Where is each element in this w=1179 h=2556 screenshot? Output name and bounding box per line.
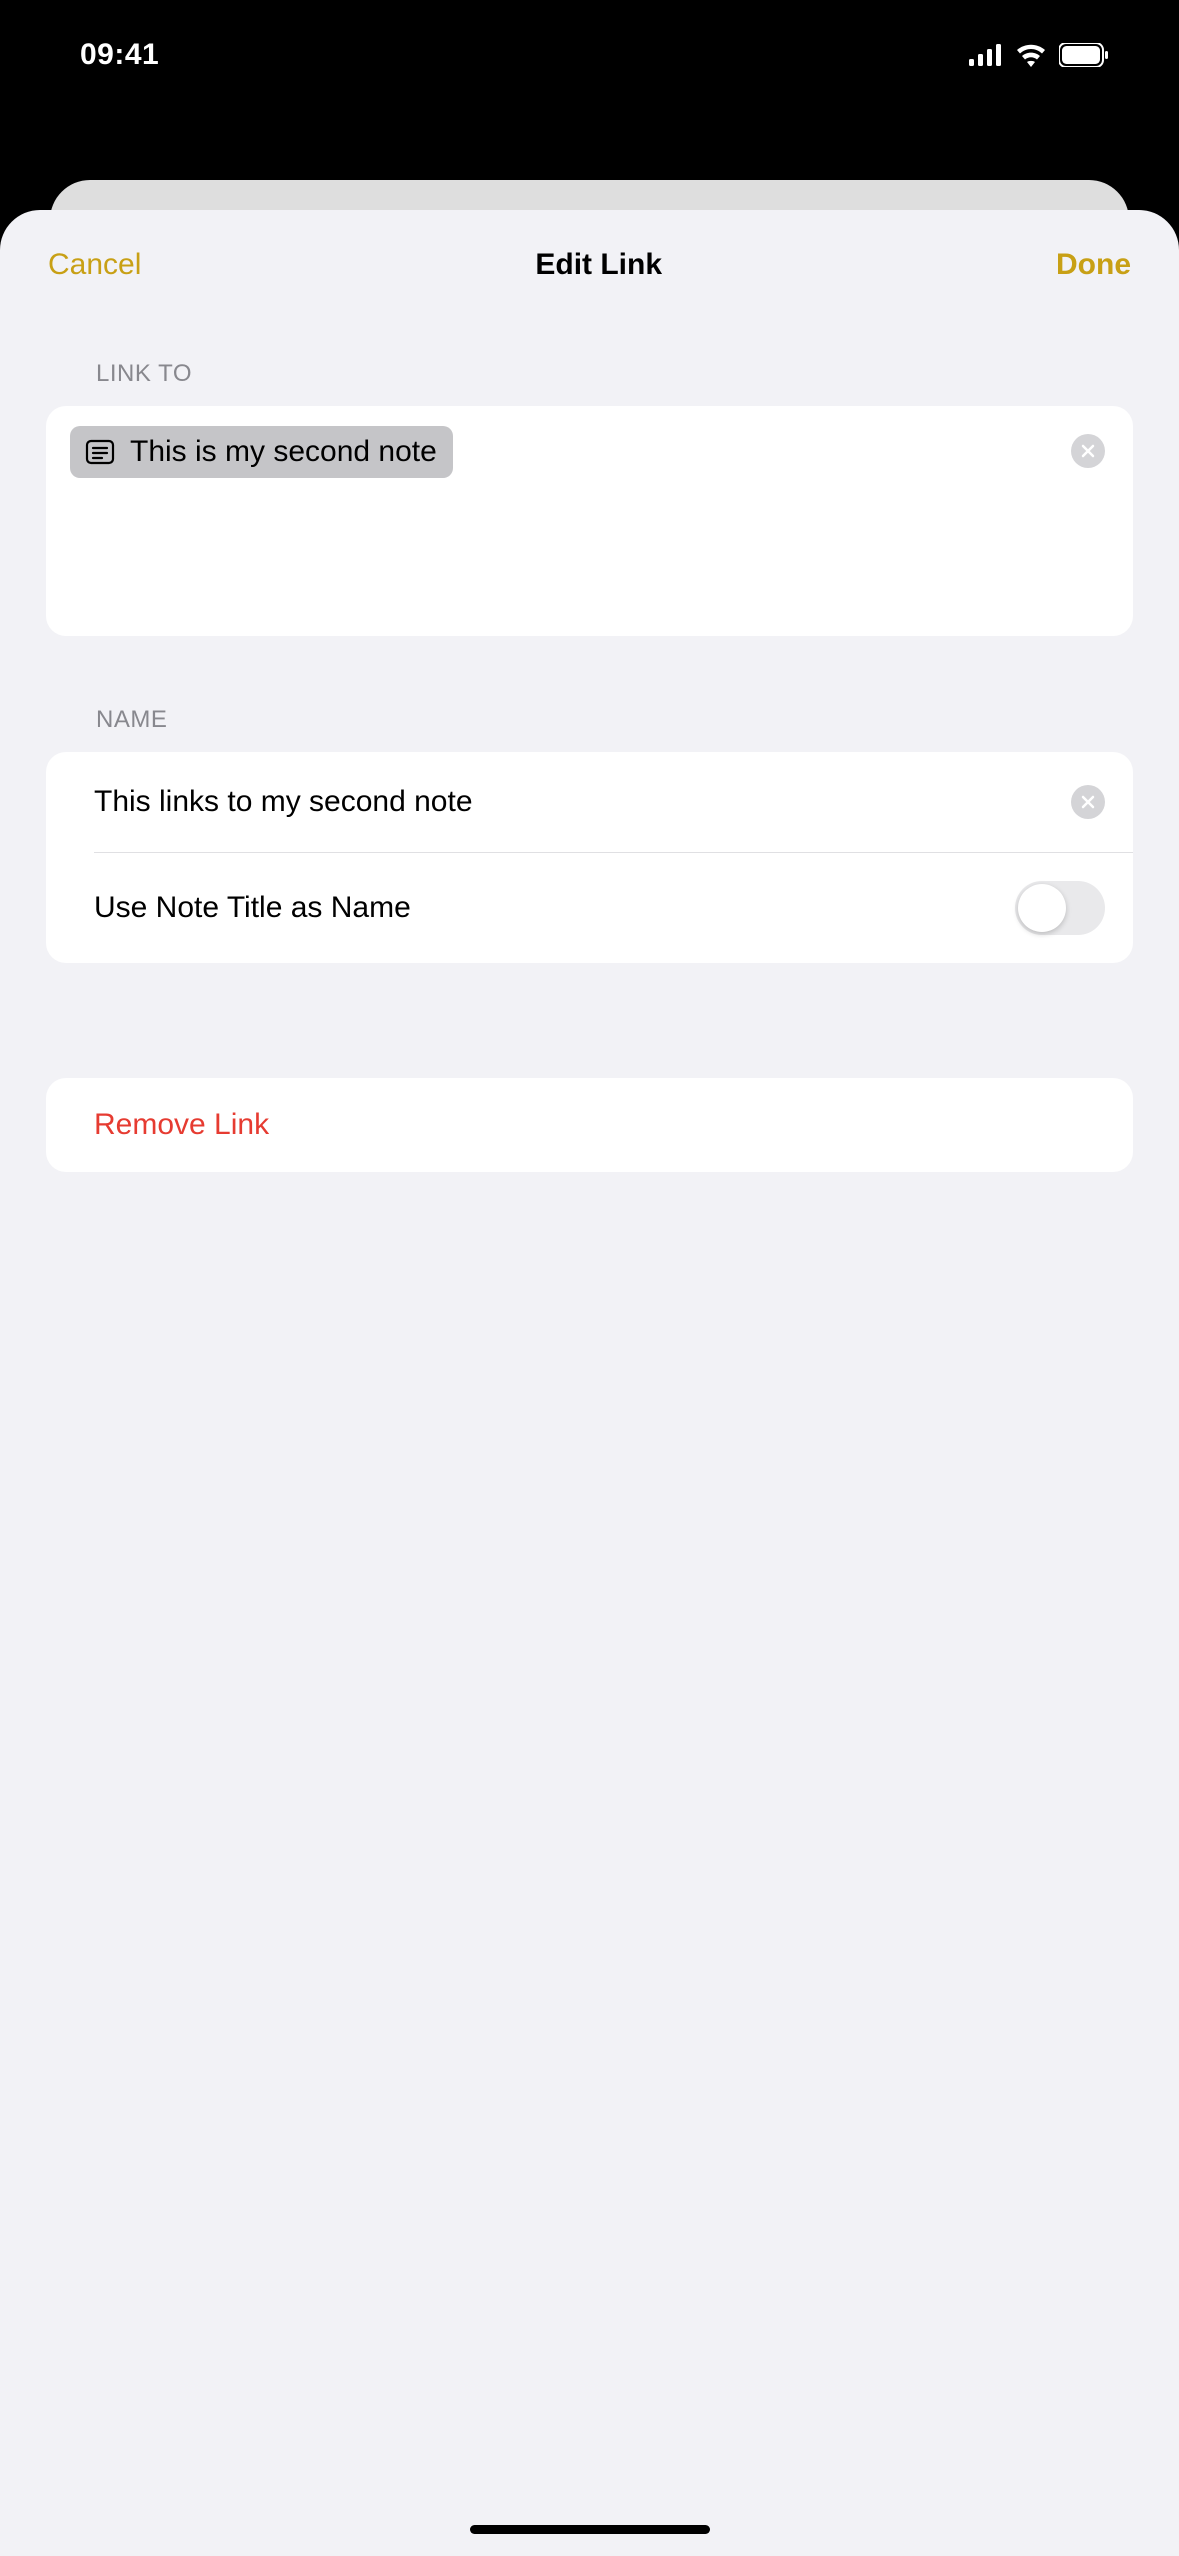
battery-icon [1059,43,1109,67]
clear-link-to-button[interactable] [1071,434,1105,468]
clear-name-button[interactable] [1071,785,1105,819]
status-time: 09:41 [80,38,159,72]
sheet-header: Cancel Edit Link Done [0,210,1179,312]
x-icon [1080,443,1096,459]
use-title-toggle-row: Use Note Title as Name [46,853,1133,963]
note-icon [82,434,118,470]
remove-link-button[interactable]: Remove Link [46,1078,1133,1172]
modal-sheet: Cancel Edit Link Done LINK TO This is my… [0,210,1179,2556]
link-to-card[interactable]: This is my second note [46,406,1133,636]
status-bar: 09:41 [0,0,1179,110]
name-section-header: NAME [0,706,1179,734]
cellular-signal-icon [969,44,1003,66]
remove-link-card: Remove Link [46,1078,1133,1172]
linked-note-chip[interactable]: This is my second note [70,426,453,478]
link-to-section-header: LINK TO [0,360,1179,388]
status-icons [969,43,1109,67]
link-name-input[interactable] [94,785,1059,819]
name-card: Use Note Title as Name [46,752,1133,963]
wifi-icon [1015,43,1047,67]
use-title-toggle[interactable] [1015,881,1105,935]
linked-note-title: This is my second note [130,435,437,469]
x-icon [1080,794,1096,810]
use-title-toggle-label: Use Note Title as Name [94,891,411,925]
cancel-button[interactable]: Cancel [48,248,141,282]
sheet-title: Edit Link [535,248,662,282]
home-indicator[interactable] [470,2525,710,2534]
toggle-knob [1018,884,1066,932]
name-input-row[interactable] [46,752,1133,852]
done-button[interactable]: Done [1056,248,1131,282]
